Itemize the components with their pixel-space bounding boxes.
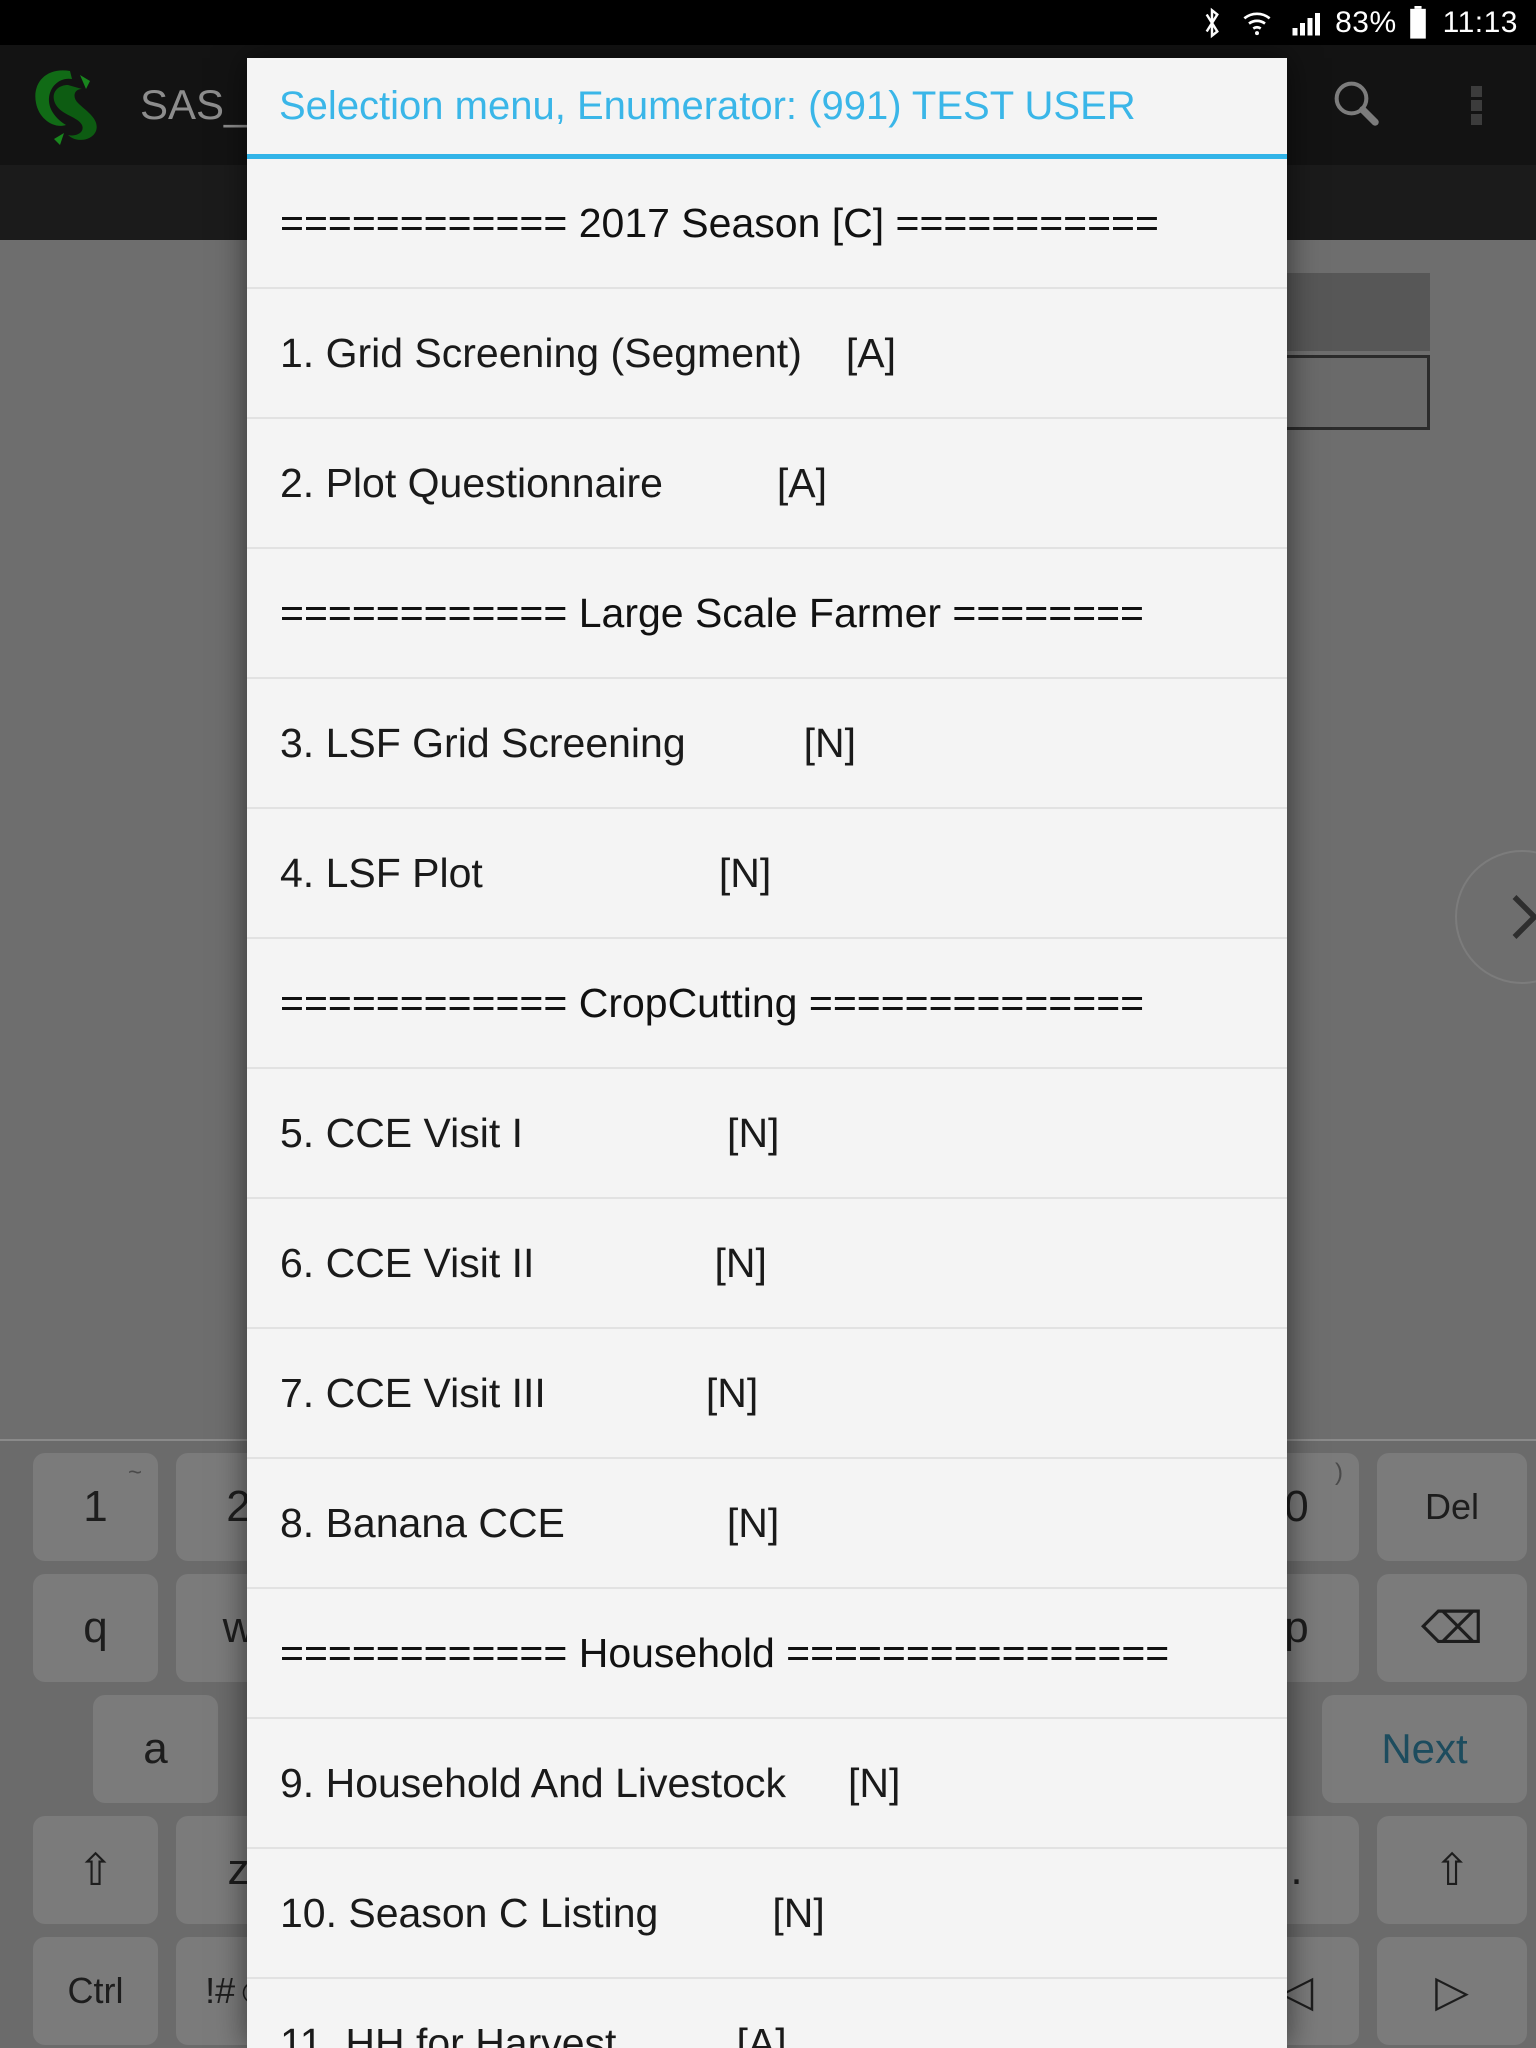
menu-item[interactable]: 6. CCE Visit II [N]: [247, 1199, 1287, 1329]
menu-item-status-code: [N]: [718, 849, 772, 896]
key-label: a: [143, 1724, 168, 1773]
menu-item[interactable]: 7. CCE Visit III [N]: [247, 1329, 1287, 1459]
key-a[interactable]: a: [93, 1695, 218, 1803]
menu-item-label: 2. Plot Questionnaire: [280, 459, 663, 506]
key-q[interactable]: q: [33, 1574, 158, 1682]
key-ctrl[interactable]: Ctrl: [33, 1937, 158, 2045]
key-shift-right[interactable]: ⇧: [1377, 1816, 1527, 1924]
menu-item-status-code: [A]: [776, 459, 828, 506]
menu-item-label: 9. Household And Livestock: [280, 1759, 786, 1806]
menu-item[interactable]: 1. Grid Screening (Segment) [A]: [247, 289, 1287, 419]
menu-section-header: ============ Household ================: [247, 1589, 1287, 1719]
status-clock: 11:13: [1442, 5, 1518, 39]
overflow-menu-button[interactable]: [1416, 45, 1536, 165]
next-fab-button[interactable]: [1455, 850, 1536, 984]
bluetooth-icon: [1199, 6, 1225, 40]
signal-icon: [1289, 8, 1321, 38]
search-icon: [1329, 76, 1383, 135]
key-label: 0: [1284, 1482, 1309, 1531]
menu-item-status-code: [A]: [736, 2019, 787, 2048]
status-bar: 83% 11:13: [0, 0, 1536, 45]
overflow-menu-icon: [1470, 83, 1482, 128]
search-button[interactable]: [1296, 45, 1416, 165]
key-1[interactable]: 1 ~: [33, 1453, 158, 1561]
key-label: 1: [83, 1482, 108, 1531]
menu-item[interactable]: 9. Household And Livestock [N]: [247, 1719, 1287, 1849]
arrow-right-icon: ▷: [1435, 1966, 1469, 2016]
menu-item-label: 8. Banana CCE: [280, 1499, 565, 1546]
menu-item[interactable]: 10. Season C Listing [N]: [247, 1849, 1287, 1979]
key-label: Next: [1381, 1725, 1468, 1772]
menu-item-status-code: [N]: [714, 1239, 767, 1286]
dialog-title: Selection menu, Enumerator: (991) TEST U…: [279, 83, 1136, 128]
key-shift-left[interactable]: ⇧: [33, 1816, 158, 1924]
menu-item-label: 11. HH for Harvest: [280, 2019, 617, 2048]
key-label: p: [1284, 1603, 1309, 1652]
menu-item[interactable]: 8. Banana CCE [N]: [247, 1459, 1287, 1589]
key-sup: ): [1335, 1459, 1343, 1486]
battery-percent: 83%: [1335, 5, 1397, 39]
key-label: Ctrl: [67, 1970, 124, 2011]
key-next[interactable]: Next: [1322, 1695, 1527, 1803]
key-sup: ~: [127, 1459, 142, 1486]
menu-item[interactable]: 11. HH for Harvest [A]: [247, 1979, 1287, 2048]
wifi-icon: [1241, 7, 1273, 39]
menu-item-label: ============ Large Scale Farmer ========: [280, 589, 1144, 636]
key-backspace[interactable]: ⌫: [1377, 1574, 1527, 1682]
menu-item-label: ============ 2017 Season [C] ===========: [280, 199, 1159, 246]
menu-item-label: 4. LSF Plot: [280, 849, 483, 896]
menu-item-status-code: [N]: [803, 719, 857, 766]
menu-item-status-code: [N]: [705, 1369, 759, 1416]
menu-item-label: 6. CCE Visit II: [280, 1239, 535, 1286]
key-del[interactable]: Del: [1377, 1453, 1527, 1561]
menu-item-label: ============ CropCutting ==============: [280, 979, 1145, 1026]
menu-section-header: ============ Large Scale Farmer ========: [247, 549, 1287, 679]
shift-icon: ⇧: [77, 1845, 114, 1895]
key-label: .: [1290, 1845, 1303, 1894]
menu-item[interactable]: 2. Plot Questionnaire [A]: [247, 419, 1287, 549]
key-arrow-right[interactable]: ▷: [1377, 1937, 1527, 2045]
menu-item-label: 5. CCE Visit I: [280, 1109, 524, 1156]
menu-item[interactable]: 3. LSF Grid Screening [N]: [247, 679, 1287, 809]
backspace-icon: ⌫: [1420, 1603, 1484, 1653]
menu-item-status-code: [N]: [772, 1889, 825, 1936]
chevron-right-icon: [1512, 895, 1536, 939]
menu-item-label: ============ Household ================: [280, 1629, 1170, 1676]
menu-item-label: 3. LSF Grid Screening: [280, 719, 686, 766]
menu-item[interactable]: 4. LSF Plot [N]: [247, 809, 1287, 939]
menu-item-status-code: [A]: [845, 329, 896, 376]
menu-item[interactable]: 5. CCE Visit I [N]: [247, 1069, 1287, 1199]
app-bar-actions: [1296, 45, 1536, 165]
shift-icon: ⇧: [1433, 1845, 1471, 1895]
menu-item-label: 10. Season C Listing: [280, 1889, 659, 1936]
menu-item-status-code: [N]: [727, 1109, 780, 1156]
key-label: q: [83, 1603, 108, 1652]
cs-logo-icon: [22, 55, 122, 155]
menu-item-label: 1. Grid Screening (Segment): [280, 329, 802, 376]
menu-section-header: ============ 2017 Season [C] ===========: [247, 159, 1287, 289]
menu-section-header: ============ CropCutting ==============: [247, 939, 1287, 1069]
key-label: Del: [1424, 1486, 1480, 1527]
menu-item-status-code: [N]: [848, 1759, 901, 1806]
selection-menu-list[interactable]: ============ 2017 Season [C] ===========…: [247, 159, 1287, 2048]
menu-item-status-code: [N]: [726, 1499, 780, 1546]
menu-item-label: 7. CCE Visit III: [280, 1369, 546, 1416]
battery-icon: [1407, 5, 1429, 40]
selection-menu-dialog: Selection menu, Enumerator: (991) TEST U…: [247, 58, 1287, 2048]
